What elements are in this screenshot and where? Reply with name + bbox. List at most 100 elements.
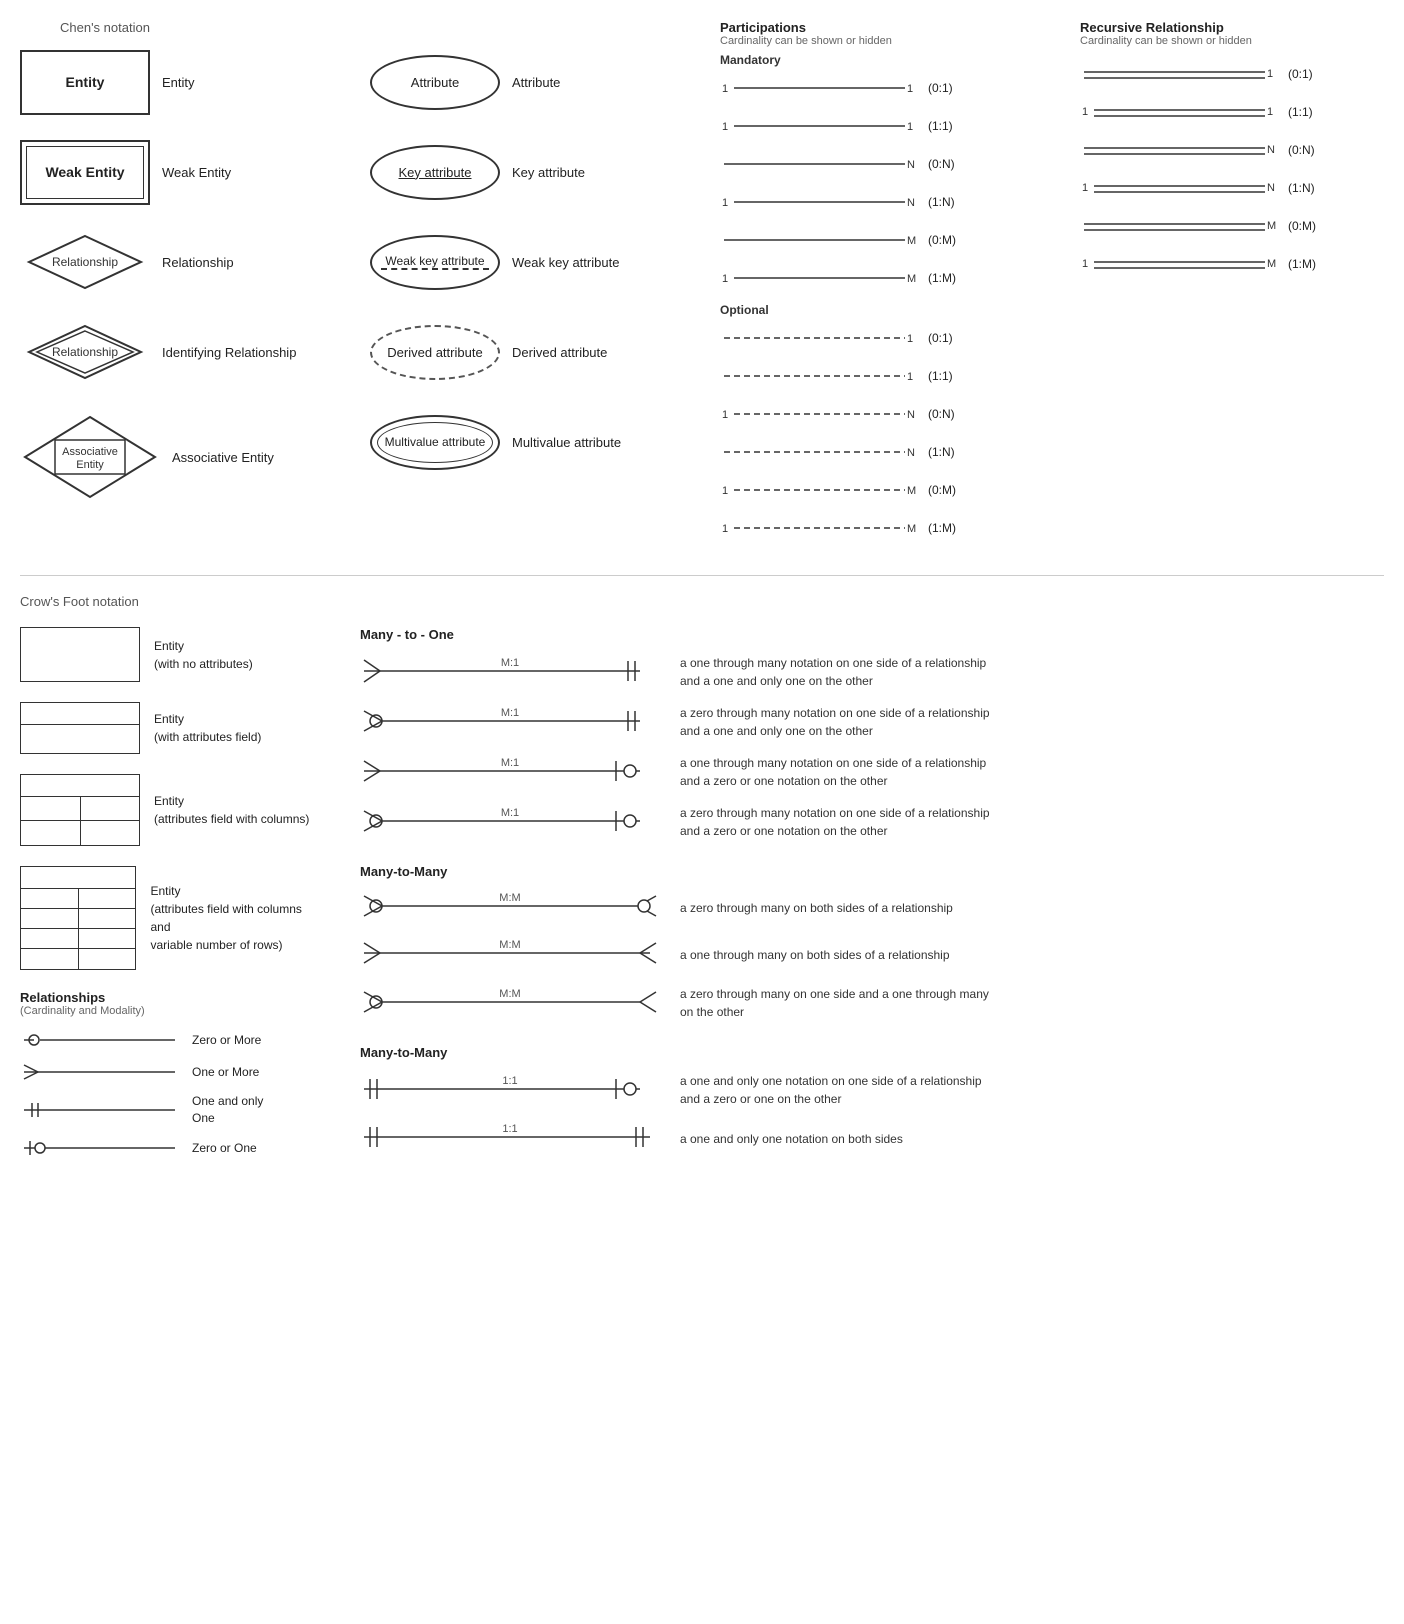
mandatory-svg-1N: 1 N — [720, 192, 920, 212]
svg-text:1: 1 — [722, 121, 728, 133]
recursive-header: Recursive Relationship Cardinality can b… — [1080, 20, 1360, 47]
chens-header: Chen's notation — [60, 20, 720, 35]
svg-text:M: M — [907, 485, 916, 497]
identifying-relationship-row: Relationship Identifying Relationship — [20, 317, 370, 387]
crow-entity-columns-symbol — [20, 774, 140, 846]
optional-svg-0N: 1 N — [720, 404, 920, 424]
optional-row-11: 1 (1:1) — [720, 361, 1060, 391]
associative-entity-row: Associative Entity Associative Entity — [20, 407, 370, 507]
crow-entity-simple-row: Entity(with no attributes) — [20, 627, 320, 682]
identifying-relationship-label: Identifying Relationship — [162, 345, 296, 360]
mtm-desc-3: a zero through many on one side and a on… — [680, 985, 989, 1021]
mandatory-line-1M: 1 M — [720, 268, 920, 288]
optional-svg-1N: N — [720, 442, 920, 462]
notation-1N: (1:N) — [928, 195, 955, 209]
optional-line-1M: 1 M — [720, 518, 920, 538]
optional-row-0N: 1 N (0:N) — [720, 399, 1060, 429]
attribute-label: Attribute — [512, 75, 560, 90]
svg-text:M:1: M:1 — [501, 807, 519, 819]
weak-key-attribute-symbol: Weak key attribute — [370, 235, 500, 290]
crow-entity-columns-label: Entity(attributes field with columns) — [154, 792, 309, 828]
svg-text:N: N — [907, 159, 915, 171]
svg-text:1:1: 1:1 — [502, 1075, 517, 1087]
recursive-svg-1M: 1 M — [1080, 254, 1280, 274]
rel-one-only: One and onlyOne — [20, 1093, 320, 1127]
oto-diagram-2: 1:1 — [360, 1122, 660, 1155]
mto-row-4: M:1 a zero through many notation on one … — [360, 804, 1384, 840]
mandatory-line-0M: M — [720, 230, 920, 250]
key-attribute-label: Key attribute — [512, 165, 585, 180]
svg-text:M:1: M:1 — [501, 657, 519, 669]
mandatory-row-1M: 1 M (1:M) — [720, 263, 1060, 293]
recursive-notation-01: (0:1) — [1288, 67, 1313, 81]
rel-zero-one: Zero or One — [20, 1137, 320, 1159]
mtm-desc-2: a one through many on both sides of a re… — [680, 946, 950, 964]
optional-row-0M: 1 M (0:M) — [720, 475, 1060, 505]
rel-one-more-svg — [20, 1061, 180, 1083]
recursive-line-11: 1 1 — [1080, 102, 1280, 122]
mto-desc-4: a zero through many notation on one side… — [680, 804, 990, 840]
oto-svg-1: 1:1 — [360, 1074, 660, 1104]
optional-svg-11: 1 — [720, 366, 920, 386]
recursive-row-0M: M (0:M) — [1080, 211, 1360, 241]
recursive-row-1N: 1 N (1:N) — [1080, 173, 1360, 203]
mto-svg-3: M:1 — [360, 756, 660, 786]
svg-text:M:1: M:1 — [501, 707, 519, 719]
participations-title: Participations — [720, 20, 1060, 35]
optional-row-1M: 1 M (1:M) — [720, 513, 1060, 543]
optional-line-1N: N — [720, 442, 920, 462]
mto-row-2: M:1 a zero through many notation on one … — [360, 704, 1384, 740]
entity-symbol: Entity — [20, 50, 150, 115]
relationships-title: Relationships — [20, 990, 320, 1005]
mandatory-svg-1M: 1 M — [720, 268, 920, 288]
svg-text:1: 1 — [907, 83, 913, 95]
mto-diagram-4: M:1 — [360, 806, 660, 839]
mtm-row-1: M:M a zero through many on both sides of… — [360, 891, 1384, 924]
svg-text:1: 1 — [907, 121, 913, 133]
recursive-svg-11: 1 1 — [1080, 102, 1280, 122]
svg-text:1: 1 — [1267, 68, 1273, 80]
optional-row-01: 1 (0:1) — [720, 323, 1060, 353]
mto-diagram-2: M:1 — [360, 706, 660, 739]
svg-text:1: 1 — [1082, 106, 1088, 118]
oto-desc-1: a one and only one notation on one side … — [680, 1072, 982, 1108]
svg-text:N: N — [907, 409, 915, 421]
mto-desc-2: a zero through many notation on one side… — [680, 704, 990, 740]
crow-entity-variable-label: Entity(attributes field with columns and… — [150, 882, 320, 954]
svg-text:M:1: M:1 — [501, 757, 519, 769]
svg-text:1: 1 — [722, 197, 728, 209]
svg-text:1: 1 — [722, 409, 728, 421]
weak-key-attribute-label: Weak key attribute — [512, 255, 619, 270]
mtm-diagram-3: M:M — [360, 987, 660, 1020]
svg-text:Associative: Associative — [62, 446, 118, 458]
mandatory-svg-0M: M — [720, 230, 920, 250]
rel-zero-more-label: Zero or More — [192, 1033, 261, 1047]
svg-text:1: 1 — [1267, 106, 1273, 118]
svg-text:N: N — [1267, 144, 1275, 156]
key-attribute-symbol: Key attribute — [370, 145, 500, 200]
recursive-notation-1N: (1:N) — [1288, 181, 1315, 195]
optional-svg-01: 1 — [720, 328, 920, 348]
recursive-line-01: 1 — [1080, 64, 1280, 84]
svg-text:M:M: M:M — [499, 939, 520, 951]
svg-text:1: 1 — [1082, 182, 1088, 194]
mtm-diagram-1: M:M — [360, 891, 660, 924]
svg-text:M: M — [907, 273, 916, 285]
rel-zero-more-svg — [20, 1029, 180, 1051]
participations-subtitle: Cardinality can be shown or hidden — [720, 35, 1060, 47]
recursive-line-0N: N — [1080, 140, 1280, 160]
svg-text:1: 1 — [722, 273, 728, 285]
relationship-diamond-svg: Relationship — [25, 232, 145, 292]
mtm-svg-1: M:M — [360, 891, 660, 921]
mandatory-label: Mandatory — [720, 53, 790, 67]
svg-text:1: 1 — [722, 523, 728, 535]
recursive-line-1M: 1 M — [1080, 254, 1280, 274]
svg-text:Relationship: Relationship — [52, 255, 118, 269]
attribute-row: Attribute Attribute — [370, 47, 720, 117]
oto-svg-2: 1:1 — [360, 1122, 660, 1152]
opt-notation-0N: (0:N) — [928, 407, 955, 421]
many-to-many-title: Many-to-Many — [360, 864, 1384, 879]
weak-entity-row: Weak Entity Weak Entity — [20, 137, 370, 207]
notation-01: (0:1) — [928, 81, 953, 95]
multivalue-attribute-label: Multivalue attribute — [512, 435, 621, 450]
